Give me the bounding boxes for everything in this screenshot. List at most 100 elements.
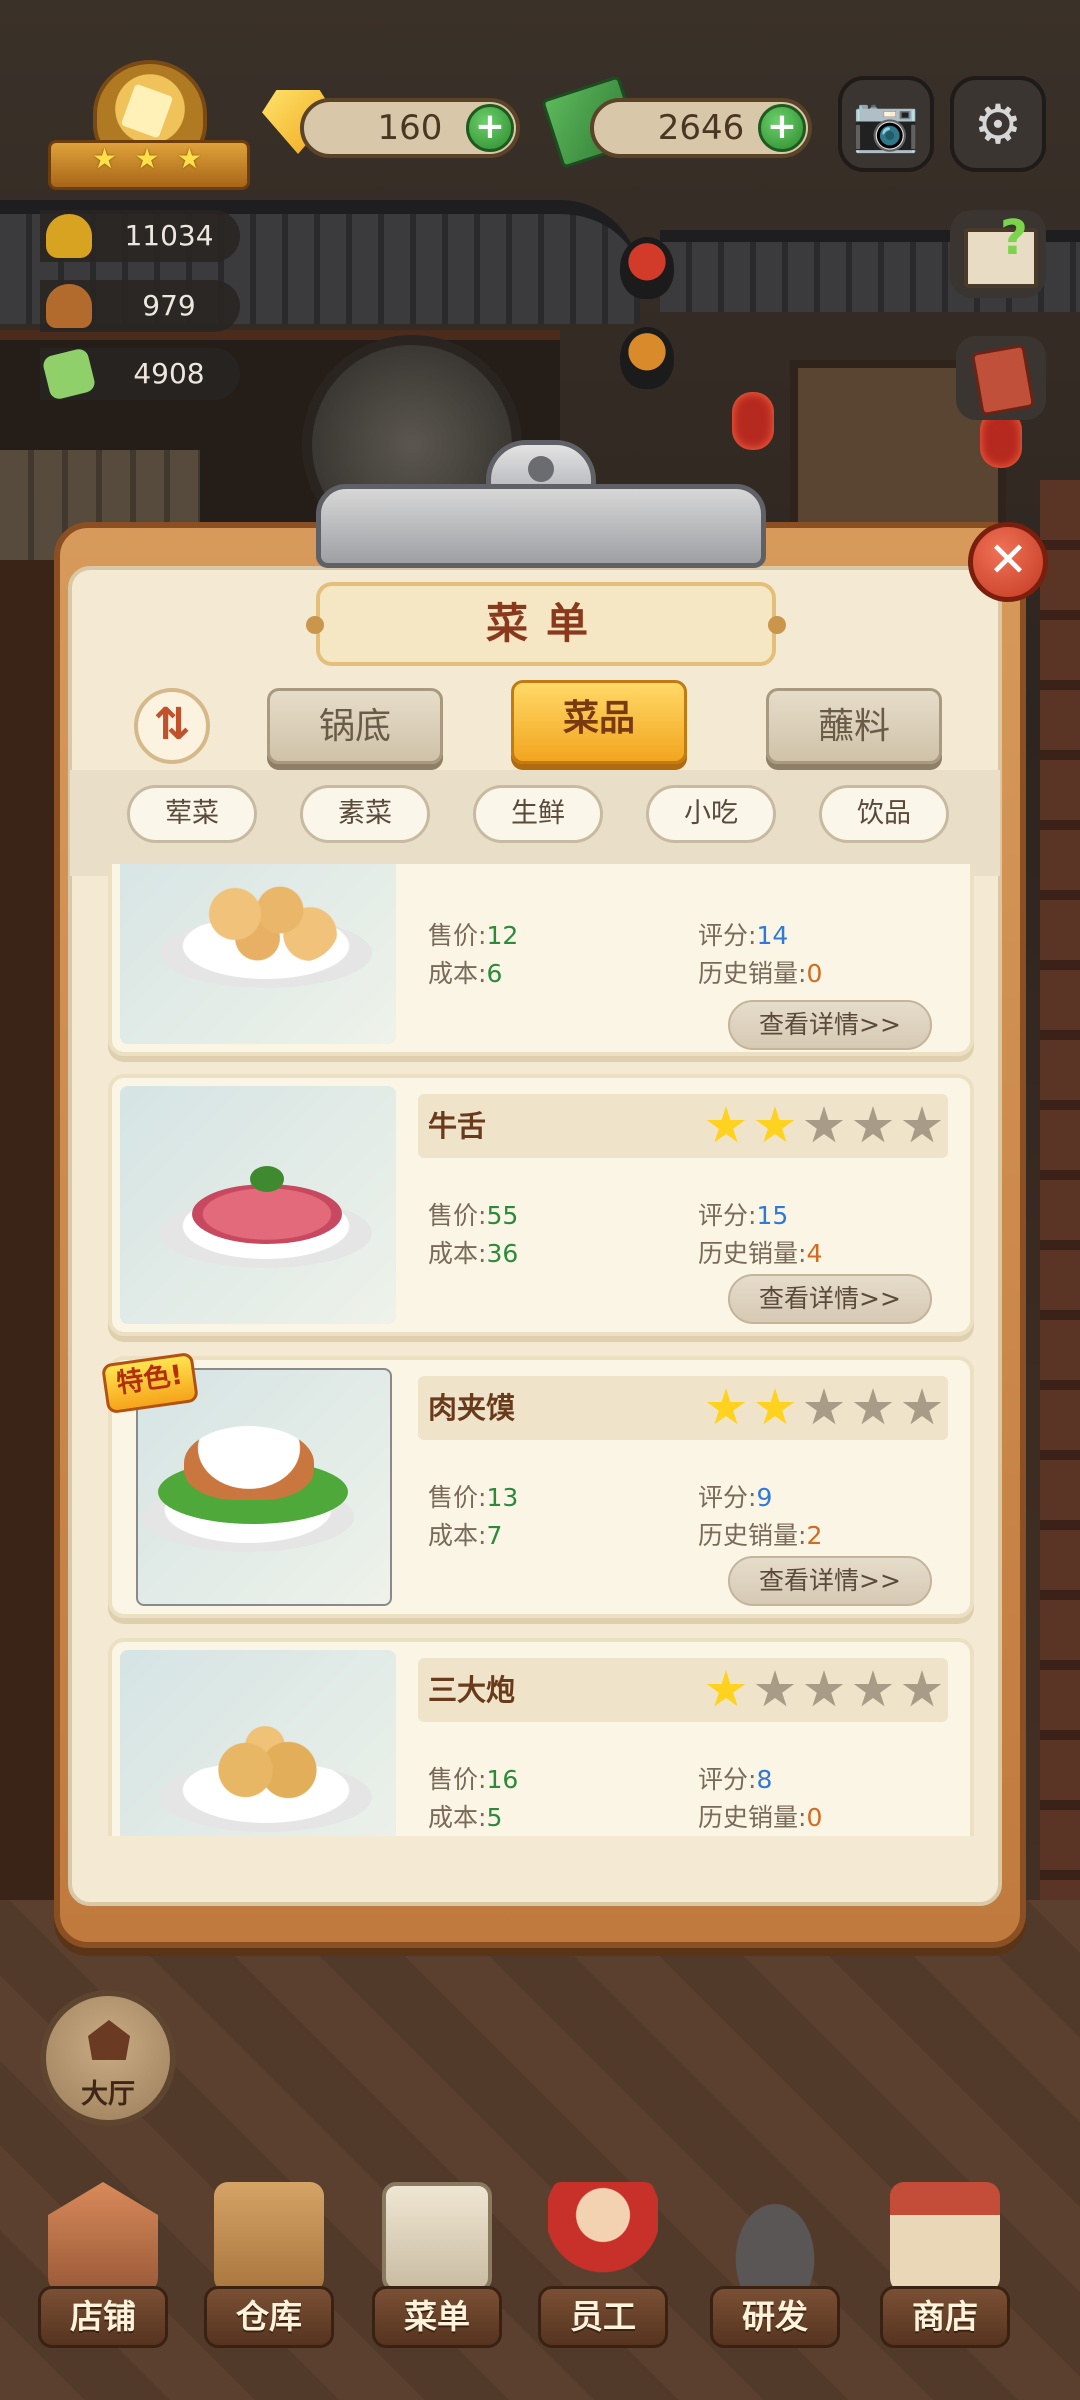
wok-icon <box>720 2182 830 2292</box>
nav-warehouse[interactable]: 仓库 <box>194 2182 344 2352</box>
nav-staff[interactable]: 员工 <box>528 2182 678 2352</box>
store-icon <box>890 2182 1000 2292</box>
star-full-icon <box>755 1106 795 1143</box>
star-empty-icon <box>902 1670 942 1707</box>
roujiamo-icon <box>184 1426 314 1500</box>
hall-label: 大厅 <box>81 2079 135 2110</box>
filter-vegetable[interactable]: 素菜 <box>300 785 430 843</box>
opera-mask-icon <box>620 237 674 299</box>
star-full-icon <box>755 1388 795 1425</box>
dish-image <box>120 1086 396 1324</box>
rank-badge[interactable]: ★ ★ ★ <box>48 60 250 196</box>
star-empty-icon <box>804 1106 844 1143</box>
service-bell-icon <box>46 284 92 328</box>
cost-row: 成本:6 <box>428 959 503 988</box>
opera-mask-icon <box>620 327 674 389</box>
camera-button[interactable]: 📷 <box>838 76 934 172</box>
dish-name: 牛舌 <box>428 1109 487 1143</box>
clipboard-icon <box>382 2182 492 2292</box>
add-cash-button[interactable]: + <box>758 104 806 152</box>
star-empty-icon <box>853 1106 893 1143</box>
nav-research[interactable]: 研发 <box>700 2182 850 2352</box>
nav-label: 研发 <box>742 2297 808 2336</box>
hall-icon <box>88 2020 130 2060</box>
score-row: 评分:8 <box>698 1765 773 1794</box>
view-details-button[interactable]: 查看详情>> <box>728 1000 932 1050</box>
dish-image <box>120 1650 396 1836</box>
price-row: 售价:13 <box>428 1483 519 1512</box>
dish-name: 三大炮 <box>428 1673 516 1707</box>
nav-label: 商店 <box>912 2297 978 2336</box>
star-empty-icon <box>853 1388 893 1425</box>
filter-meat[interactable]: 荤菜 <box>127 785 257 843</box>
stat-environment: 4908 <box>40 347 240 401</box>
star-empty-icon <box>902 1106 942 1143</box>
storefront-icon <box>48 2182 158 2292</box>
menu-title-plate: 菜单 <box>306 582 786 666</box>
add-gems-button[interactable]: + <box>466 104 514 152</box>
nav-label: 员工 <box>570 2297 636 2336</box>
popularity-icon <box>46 214 92 258</box>
star-full-icon <box>706 1670 746 1707</box>
chef-icon <box>548 2182 658 2292</box>
sesame-ball-icon <box>190 882 340 962</box>
dish-card: 售价:12 成本:6 评分:14 历史销量:0 查看详情>> <box>108 864 974 1056</box>
tab-broth[interactable]: 锅底 <box>267 688 443 764</box>
cost-row: 成本:36 <box>428 1239 519 1268</box>
nav-shop[interactable]: 店铺 <box>28 2182 178 2352</box>
view-details-button[interactable]: 查看详情>> <box>728 1274 932 1324</box>
sales-row: 历史销量:2 <box>698 1521 823 1550</box>
sales-row: 历史销量:4 <box>698 1239 823 1268</box>
price-row: 售价:12 <box>428 921 519 950</box>
stat-value: 11034 <box>124 219 214 252</box>
dish-rating <box>706 1670 942 1710</box>
camera-icon: 📷 <box>852 92 920 155</box>
tab-dishes[interactable]: 菜品 <box>511 680 687 764</box>
star-full-icon <box>706 1106 746 1143</box>
sales-row: 历史销量:0 <box>698 1803 823 1832</box>
nav-store[interactable]: 商店 <box>870 2182 1020 2352</box>
filter-snack[interactable]: 小吃 <box>646 785 776 843</box>
recipe-book-icon <box>970 343 1036 417</box>
nav-menu[interactable]: 菜单 <box>362 2182 512 2352</box>
nav-label: 店铺 <box>70 2297 136 2336</box>
score-row: 评分:14 <box>698 921 789 950</box>
cost-row: 成本:5 <box>428 1803 503 1832</box>
tab-sauce[interactable]: 蘸料 <box>766 688 942 764</box>
score-row: 评分:15 <box>698 1201 789 1230</box>
sales-row: 历史销量:0 <box>698 959 823 988</box>
price-row: 售价:55 <box>428 1201 519 1230</box>
stat-service: 979 <box>40 280 240 332</box>
star-full-icon <box>706 1388 746 1425</box>
dish-name: 肉夹馍 <box>428 1391 516 1425</box>
stat-value: 979 <box>142 289 196 322</box>
settings-button[interactable]: ⚙ <box>950 76 1046 172</box>
dish-rating <box>706 1106 942 1146</box>
filter-fresh[interactable]: 生鲜 <box>473 785 603 843</box>
view-details-button[interactable]: 查看详情>> <box>728 1556 932 1606</box>
clipboard-clip <box>316 440 766 568</box>
gear-icon: ⚙ <box>973 92 1023 156</box>
close-button[interactable]: ✕ <box>968 522 1048 602</box>
dish-list[interactable]: 售价:12 成本:6 评分:14 历史销量:0 查看详情>> 牛舌 售价:55 … <box>100 864 980 1836</box>
question-icon: ? <box>1000 210 1028 266</box>
filter-drink[interactable]: 饮品 <box>819 785 949 843</box>
star-empty-icon <box>755 1670 795 1707</box>
gem-counter: 160 + <box>300 98 520 158</box>
price-row: 售价:16 <box>428 1765 519 1794</box>
guide-button[interactable]: ? <box>950 210 1046 298</box>
sort-button[interactable]: ⇅ <box>134 688 210 764</box>
san-da-pao-icon <box>200 1726 330 1806</box>
star-empty-icon <box>853 1670 893 1707</box>
menu-title: 菜单 <box>485 599 606 648</box>
star-empty-icon <box>804 1670 844 1707</box>
star-empty-icon <box>902 1388 942 1425</box>
star-empty-icon <box>804 1388 844 1425</box>
recipe-button[interactable] <box>956 336 1046 420</box>
score-row: 评分:9 <box>698 1483 773 1512</box>
environment-icon <box>41 347 97 401</box>
stat-popularity: 11034 <box>40 210 240 262</box>
hall-button[interactable]: 大厅 <box>40 1990 176 2126</box>
nav-label: 菜单 <box>404 2297 470 2336</box>
boxes-icon <box>214 2182 324 2292</box>
